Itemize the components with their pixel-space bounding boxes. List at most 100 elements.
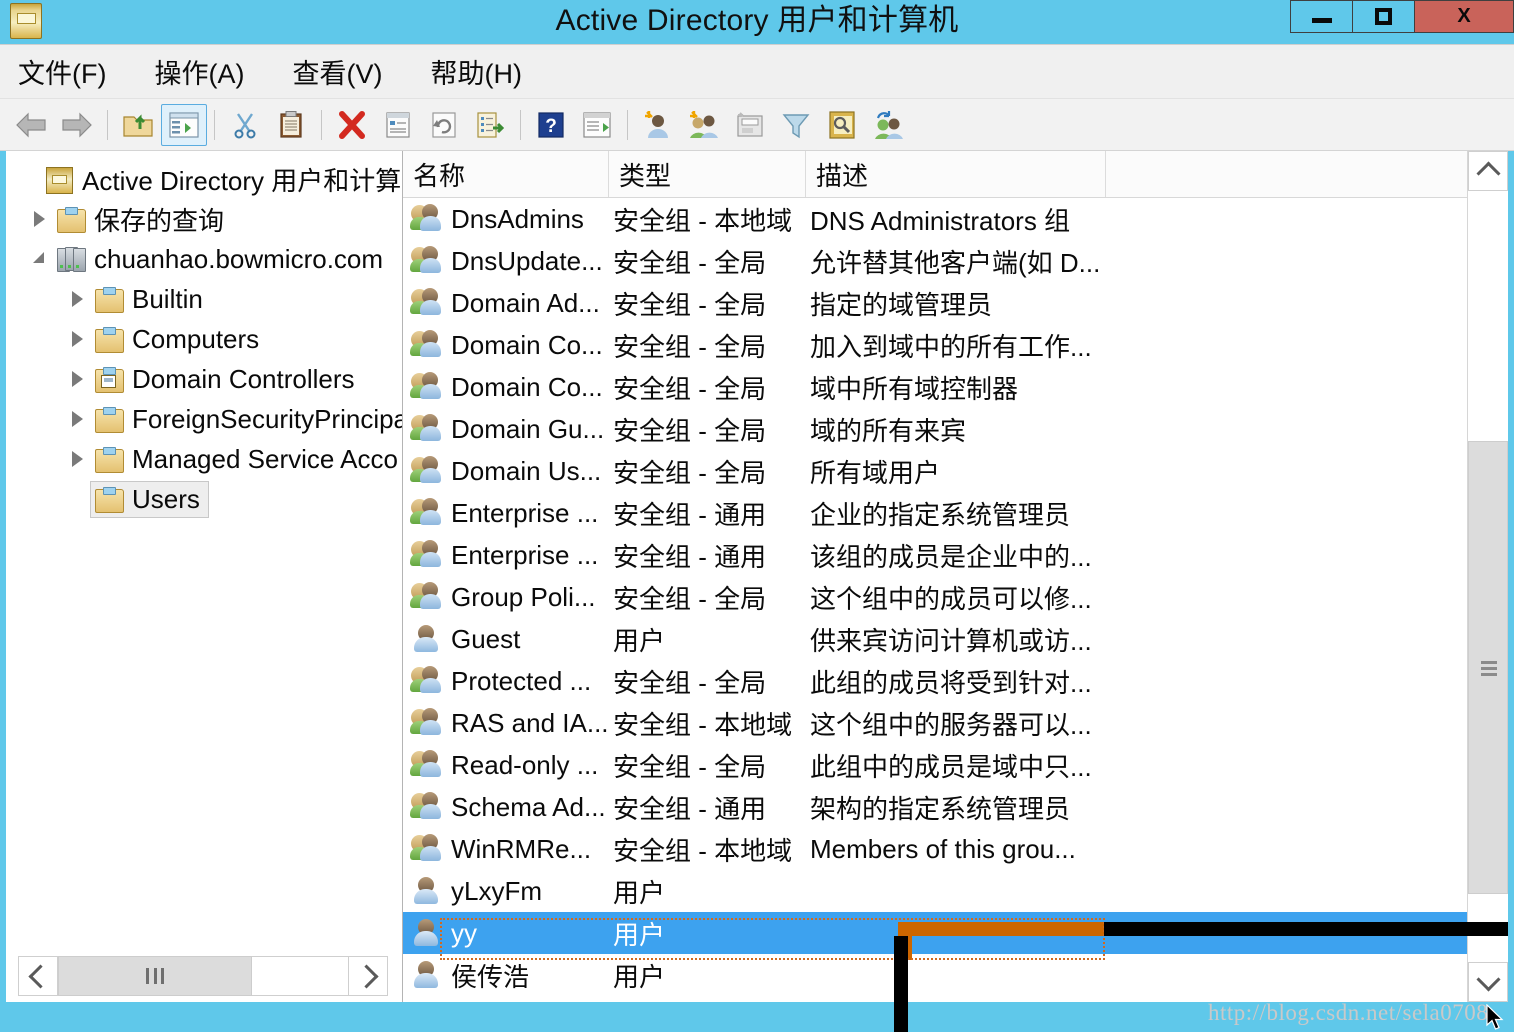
scrollbar-thumb[interactable]	[1468, 441, 1508, 894]
cell-type: 用户	[613, 877, 666, 908]
cell-name-label: RAS and IA...	[451, 707, 609, 738]
scroll-right-button[interactable]	[348, 956, 388, 996]
tree-expander-expanded-icon[interactable]	[26, 251, 52, 267]
table-row[interactable]: Domain Ad... 安全组 - 全局 指定的域管理员	[403, 282, 1508, 324]
find-magnifier-icon	[829, 110, 855, 139]
filter-button[interactable]	[773, 104, 819, 146]
tree-expander-collapsed-icon[interactable]	[64, 331, 90, 347]
table-row[interactable]: Domain Us... 安全组 - 全局 所有域用户	[403, 450, 1508, 492]
cell-name-label: Guest	[451, 623, 521, 654]
help-button[interactable]: ?	[528, 104, 574, 146]
cell-type: 用户	[613, 961, 666, 992]
action-pane-icon	[583, 111, 611, 138]
tree-expander-collapsed-icon[interactable]	[64, 451, 90, 467]
tree-expander-collapsed-icon[interactable]	[26, 211, 52, 227]
tree-horizontal-scrollbar[interactable]	[18, 956, 388, 996]
mouse-cursor-icon	[1486, 1004, 1504, 1030]
cell-description: 架构的指定系统管理员	[810, 793, 1071, 824]
folder-icon	[94, 286, 124, 313]
cell-type: 安全组 - 全局	[613, 331, 767, 362]
column-header-name[interactable]: 名称	[403, 151, 609, 197]
show-hide-console-tree-button[interactable]	[161, 103, 207, 146]
new-group-button[interactable]	[681, 104, 727, 146]
tree-node-managed-service-accounts[interactable]: Managed Service Acco	[6, 439, 402, 479]
table-row[interactable]: Domain Co... 安全组 - 全局 域中所有域控制器	[403, 366, 1508, 408]
properties-button[interactable]	[375, 104, 421, 146]
table-row[interactable]: Protected ... 安全组 - 全局 此组的成员将受到针对...	[403, 660, 1508, 702]
new-container-button[interactable]	[727, 104, 773, 146]
show-hide-action-pane-button[interactable]	[574, 104, 620, 146]
column-header-description[interactable]: 描述	[806, 151, 1106, 197]
table-row[interactable]: Group Poli... 安全组 - 全局 这个组中的成员可以修...	[403, 576, 1508, 618]
table-row[interactable]: Schema Ad... 安全组 - 通用 架构的指定系统管理员	[403, 786, 1508, 828]
tree-node-label: Builtin	[132, 283, 203, 314]
table-row[interactable]: 侯传浩 用户	[403, 954, 1508, 996]
table-row[interactable]: DnsAdmins 安全组 - 本地域 DNS Administrators 组	[403, 198, 1508, 240]
table-row[interactable]: Domain Co... 安全组 - 全局 加入到域中的所有工作...	[403, 324, 1508, 366]
tree-expander-collapsed-icon[interactable]	[64, 291, 90, 307]
minimize-icon	[1311, 18, 1332, 23]
column-header-type[interactable]: 类型	[609, 151, 806, 197]
cell-name: Domain Co...	[403, 330, 609, 361]
tree-node-label: Users	[132, 483, 200, 514]
forward-button[interactable]	[54, 104, 100, 146]
table-row[interactable]: Read-only ... 安全组 - 全局 此组中的成员是域中只...	[403, 744, 1508, 786]
tree-node-foreign-security-principals[interactable]: ForeignSecurityPrincipa	[6, 399, 402, 439]
maximize-button[interactable]	[1352, 0, 1414, 33]
folder-icon	[56, 206, 86, 233]
table-row[interactable]: RAS and IA... 安全组 - 本地域 这个组中的服务器可以...	[403, 702, 1508, 744]
tree-node-builtin[interactable]: Builtin	[6, 279, 402, 319]
new-user-button[interactable]	[635, 104, 681, 146]
paste-button[interactable]	[268, 104, 314, 146]
title-bar: Active Directory 用户和计算机 X	[0, 0, 1514, 44]
tree-node-label: Domain Controllers	[132, 363, 355, 394]
find-button[interactable]	[819, 104, 865, 146]
table-row[interactable]: Enterprise ... 安全组 - 通用 企业的指定系统管理员	[403, 492, 1508, 534]
menu-view[interactable]: 查看(V)	[288, 50, 386, 93]
scroll-up-button[interactable]	[1468, 151, 1508, 191]
table-row[interactable]: yy 用户	[403, 912, 1508, 954]
table-row[interactable]: yLxyFm 用户	[403, 870, 1508, 912]
scrollbar-grip-icon	[146, 968, 164, 984]
console-tree-icon	[169, 111, 199, 138]
tree-node-users[interactable]: Users	[6, 479, 402, 519]
tree-node-domain-controllers[interactable]: Domain Controllers	[6, 359, 402, 399]
minimize-button[interactable]	[1290, 0, 1352, 33]
menu-action[interactable]: 操作(A)	[150, 50, 248, 93]
scroll-left-button[interactable]	[18, 956, 58, 996]
tree-expander-collapsed-icon[interactable]	[64, 411, 90, 427]
delegate-control-button[interactable]	[865, 104, 911, 146]
export-list-button[interactable]	[467, 104, 513, 146]
cell-name: Group Poli...	[403, 582, 609, 613]
tree-node-saved-queries[interactable]: 保存的查询	[6, 199, 402, 239]
toolbar-separator	[520, 109, 521, 140]
table-row[interactable]: Domain Gu... 安全组 - 全局 域的所有来宾	[403, 408, 1508, 450]
question-mark-icon: ?	[538, 111, 564, 138]
tree-node-domain[interactable]: chuanhao.bowmicro.com	[6, 239, 402, 279]
cell-description: 域中所有域控制器	[810, 373, 1019, 404]
up-one-level-button[interactable]	[115, 104, 161, 146]
cell-name-label: Enterprise ...	[451, 497, 599, 528]
menu-file[interactable]: 文件(F)	[14, 50, 110, 93]
cut-button[interactable]	[222, 104, 268, 146]
close-button[interactable]: X	[1414, 0, 1514, 33]
list-vertical-scrollbar[interactable]	[1467, 151, 1508, 1002]
tree-node-computers[interactable]: Computers	[6, 319, 402, 359]
delete-button[interactable]	[329, 104, 375, 146]
tree-node-console-root[interactable]: Active Directory 用户和计算机	[6, 159, 402, 199]
group-icon	[410, 498, 443, 528]
back-button[interactable]	[8, 104, 54, 146]
refresh-button[interactable]	[421, 104, 467, 146]
table-row[interactable]: Enterprise ... 安全组 - 通用 该组的成员是企业中的...	[403, 534, 1508, 576]
scroll-down-button[interactable]	[1468, 962, 1508, 1002]
cell-description: 所有域用户	[810, 457, 941, 488]
group-icon	[410, 414, 443, 444]
group-icon	[410, 582, 443, 612]
table-row[interactable]: Guest 用户 供来宾访问计算机或访...	[403, 618, 1508, 660]
scrollbar-thumb[interactable]	[58, 956, 252, 996]
table-row[interactable]: WinRMRe... 安全组 - 本地域 Members of this grou.…	[403, 828, 1508, 870]
tree-expander-collapsed-icon[interactable]	[64, 371, 90, 387]
table-row[interactable]: DnsUpdate... 安全组 - 全局 允许替其他客户端(如 D...	[403, 240, 1508, 282]
tree-node-label: chuanhao.bowmicro.com	[94, 243, 384, 274]
menu-help[interactable]: 帮助(H)	[426, 50, 525, 93]
